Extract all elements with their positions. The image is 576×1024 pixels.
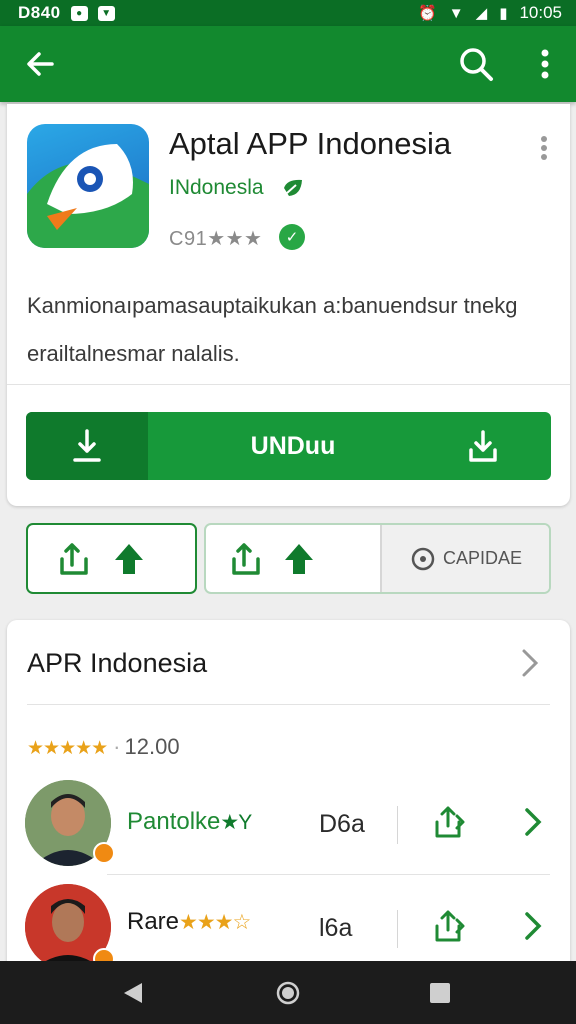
review-count: D6a [319,810,365,838]
developer-link[interactable]: INdonesla [169,176,264,200]
wifi-icon: ▼ [448,4,464,22]
app-info-card: Aptal APP Indonesia INdonesla C91★★★ ✓ K… [7,104,570,506]
separator [397,910,398,948]
nav-home-icon[interactable] [276,981,300,1005]
reviews-card: APR Indonesia ★★★★★ · 12.00 Pantolke★Y D6a [7,620,570,970]
share-icon [60,543,88,575]
app-rating: C91★★★ [169,228,263,250]
reviewer-stars: ★★★☆ [179,911,251,934]
leaf-badge-icon [284,179,302,196]
signal-icon: ◢ [475,5,488,22]
status-time-right: 10:05 [519,3,562,22]
message-notification-icon: ▼ [97,5,115,21]
chevron-right-icon[interactable] [523,910,543,942]
share-icon[interactable] [433,804,467,840]
divider [107,874,550,875]
overall-value: 12.00 [124,734,180,759]
status-bar: D840 ● ▼ ⏰ ▼ ◢ ▮ 10:05 [0,0,576,26]
overall-rating: ★★★★★ · 12.00 [27,734,180,760]
download-icon [73,429,101,462]
nav-back-icon[interactable] [122,981,144,1005]
review-row[interactable]: Pantolke★Y D6a [7,776,570,876]
separator [397,806,398,844]
lock-notification-icon: ● [70,5,88,21]
back-arrow-icon[interactable] [22,46,58,82]
download-segment[interactable] [26,412,148,480]
nav-recents-icon[interactable] [430,983,450,1003]
app-bar [0,26,576,102]
card-more-icon[interactable] [537,134,551,162]
chevron-right-icon[interactable] [523,806,543,838]
chevron-right-icon[interactable] [519,648,541,678]
install-label: UNDuu [250,431,336,460]
section-title: APR Indonesia [27,648,208,678]
share-icon[interactable] [433,908,467,944]
upload-arrow-icon [115,544,143,574]
reviewer-name-text: Rare [127,908,180,935]
app-description: Kanmionaıpamasauptaikukan a:banuendsur t… [27,293,518,366]
divider [7,384,570,385]
status-right-group: ⏰ ▼ ◢ ▮ 10:05 [418,3,562,23]
reviewer-stars: ★Y [220,811,252,834]
app-title: Aptal APP Indonesia [169,126,452,161]
reviewer-name-text: Pantolke [127,808,221,835]
battery-icon: ▮ [499,5,508,22]
upload-arrow-icon[interactable] [284,542,314,576]
search-icon[interactable] [456,44,496,84]
camera-icon [411,547,435,570]
verified-badge-icon: ✓ [279,224,305,250]
share-button[interactable] [26,523,197,594]
dot-separator: · [113,734,121,759]
reviewer-name[interactable]: Rare★★★☆ [127,908,251,936]
avatar-badge [93,842,115,864]
navigation-bar [0,961,576,1024]
app-logo [27,124,149,248]
share-icon[interactable] [230,541,262,577]
status-time-left: D840 [18,3,61,22]
alarm-icon: ⏰ [418,5,437,22]
bird-logo-icon [27,144,149,248]
more-vert-icon[interactable] [530,44,560,84]
review-count: l6a [319,914,353,942]
overall-stars: ★★★★★ [27,738,108,759]
capture-button[interactable]: CAPIDAE [380,525,549,592]
divider [27,704,550,705]
reviewer-name[interactable]: Pantolke★Y [127,808,252,836]
capture-label: CAPIDAE [442,548,523,568]
download-tray-icon [469,430,497,462]
install-button[interactable]: UNDuu [26,412,551,480]
secondary-action-group: CAPIDAE [204,523,551,594]
